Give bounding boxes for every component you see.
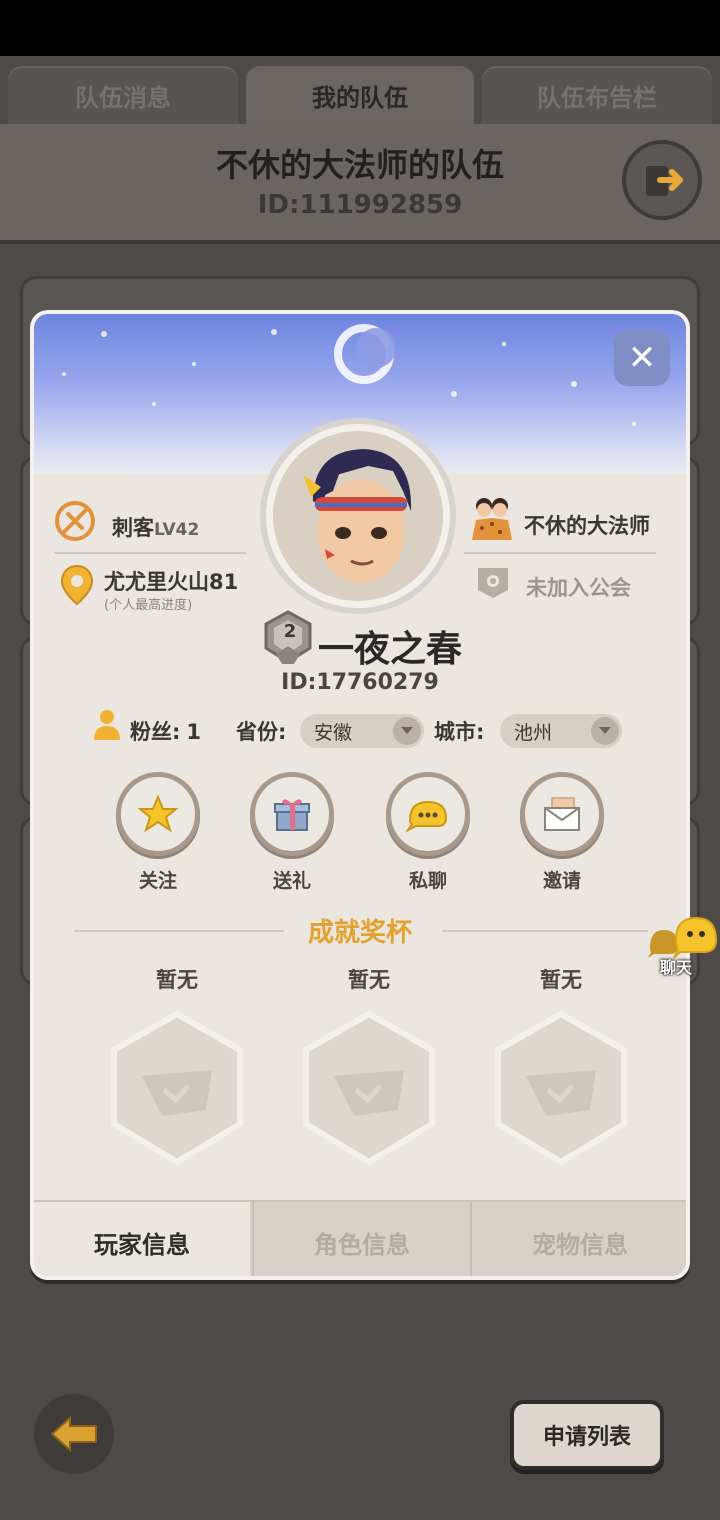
trophy-slot: 暂无 (102, 964, 252, 1180)
divider (54, 552, 246, 554)
guild-status: 未加入公会 (526, 576, 631, 600)
invite-label: 邀请 (542, 870, 581, 892)
player-id: ID:17760279 (281, 670, 439, 695)
invite-button[interactable]: 邀请 (512, 772, 612, 893)
top-tabs: 队伍消息 我的队伍 队伍布告栏 (0, 60, 720, 128)
team-id: ID:111992859 (257, 190, 463, 220)
gift-icon (274, 799, 310, 831)
tab-pet-info[interactable]: 宠物信息 (470, 1202, 686, 1276)
team-title: 不休的大法师的队伍 (215, 146, 504, 184)
avatar-portrait (273, 431, 443, 601)
tab-label: 队伍消息 (75, 83, 171, 112)
status-bar (0, 0, 720, 56)
send-gift-label: 送礼 (272, 870, 311, 892)
player-nickname: 一夜之春 (317, 629, 462, 670)
empty-trophy-icon (495, 1010, 627, 1166)
class-name: 刺客 (112, 516, 154, 540)
empty-trophy-icon (303, 1010, 435, 1166)
chevron-down-icon (393, 717, 421, 745)
trophy-empty-label: 暂无 (156, 968, 198, 992)
fans-label: 粉丝: (130, 720, 181, 744)
tab-label: 宠物信息 (532, 1230, 628, 1259)
back-button[interactable] (34, 1394, 114, 1474)
chat-icon (406, 800, 448, 832)
chat-float-label: 聊天 (660, 958, 693, 977)
team-captain-icon (472, 498, 512, 540)
tab-label: 我的队伍 (312, 83, 408, 112)
trophy-empty-label: 暂无 (348, 968, 390, 992)
guild-icon (478, 568, 508, 598)
tab-team-board[interactable]: 队伍布告栏 (482, 66, 712, 124)
tab-player-info[interactable]: 玩家信息 (34, 1202, 250, 1276)
class-level: 刺客LV42 (112, 512, 199, 542)
tab-my-team[interactable]: 我的队伍 (246, 66, 474, 124)
divider (464, 552, 656, 554)
tab-character-info[interactable]: 角色信息 (252, 1202, 470, 1276)
progress-note: (个人最高进度) (104, 598, 193, 613)
province-select[interactable]: 安徽 (300, 714, 424, 748)
character-portrait-icon (273, 431, 443, 601)
province-value: 安徽 (314, 721, 353, 744)
send-gift-button[interactable]: 送礼 (242, 772, 342, 893)
location-pin-icon (60, 564, 94, 606)
trophy-slot: 暂无 (486, 964, 636, 1180)
progress-stage: 尤尤里火山81 (104, 570, 239, 594)
divider (442, 930, 648, 932)
private-chat-button[interactable]: 私聊 (378, 772, 478, 893)
province-label: 省份: (236, 720, 287, 744)
leave-team-button[interactable] (622, 140, 702, 220)
chat-circle (386, 772, 470, 856)
city-select[interactable]: 池州 (500, 714, 622, 748)
close-icon: ✕ (627, 338, 657, 378)
apply-list-label: 申请列表 (542, 1425, 631, 1450)
profile-tabs: 玩家信息 角色信息 宠物信息 (34, 1200, 686, 1276)
close-button[interactable]: ✕ (614, 330, 670, 386)
gift-circle (250, 772, 334, 856)
floating-chat-button[interactable]: 聊天 (646, 914, 720, 984)
city-label: 城市: (434, 720, 485, 744)
private-chat-label: 私聊 (408, 870, 447, 892)
follow-button[interactable]: 关注 (108, 772, 208, 893)
player-profile-dialog: ✕ 刺客LV42 尤尤里火山81 (个人最高进度) 不休的大法师 未加入公会 2… (30, 310, 690, 1280)
tab-label: 角色信息 (314, 1230, 410, 1259)
fans-icon (94, 710, 120, 740)
player-level: LV42 (154, 520, 200, 540)
chevron-down-icon (591, 717, 619, 745)
city-value: 池州 (514, 721, 553, 744)
follow-circle (116, 772, 200, 856)
back-arrow-icon (50, 1415, 97, 1453)
fans-value: 1 (186, 720, 202, 744)
empty-trophy-icon (111, 1010, 243, 1166)
captain-name: 不休的大法师 (524, 514, 650, 538)
trophy-empty-label: 暂无 (540, 968, 582, 992)
assassin-class-icon (55, 501, 95, 541)
avatar[interactable] (260, 418, 456, 614)
tab-label: 队伍布告栏 (537, 83, 657, 112)
mail-icon (544, 797, 580, 831)
apply-list-button[interactable]: 申请列表 (510, 1400, 664, 1470)
fans-count: 粉丝: 1 (130, 716, 201, 746)
trophy-slot: 暂无 (294, 964, 444, 1180)
follow-label: 关注 (138, 870, 177, 892)
invite-circle (520, 772, 604, 856)
exit-door-icon (646, 166, 683, 196)
star-icon (138, 794, 178, 833)
tab-label: 玩家信息 (94, 1230, 190, 1259)
tab-team-messages[interactable]: 队伍消息 (8, 66, 238, 124)
